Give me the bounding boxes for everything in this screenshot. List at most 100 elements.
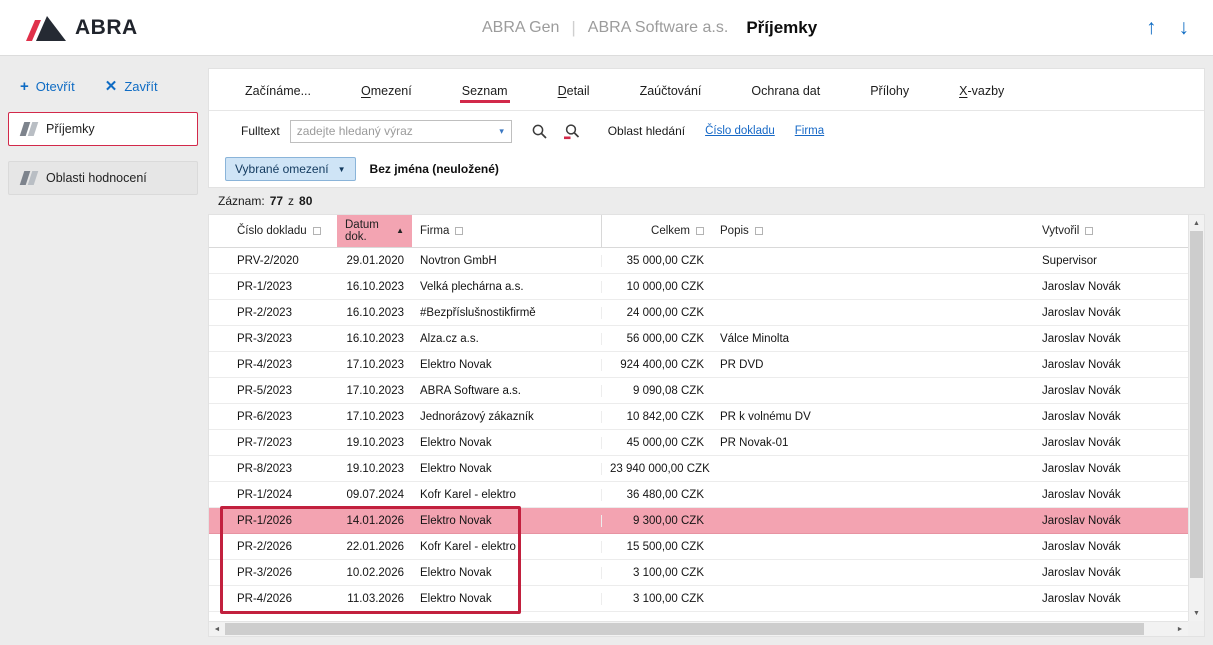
sidebar-item-oblasti-hodnoceni[interactable]: Oblasti hodnocení [8, 161, 198, 195]
column-header-cislo[interactable]: Číslo dokladu [209, 215, 337, 247]
cell-firma: Alza.cz a.s. [412, 333, 602, 345]
close-button[interactable]: ✕ Zavřít [105, 79, 158, 94]
table-row[interactable]: PR-8/202319.10.2023Elektro Novak23 940 0… [209, 456, 1188, 482]
record-of: z [288, 194, 294, 208]
tab-zaciname[interactable]: Začínáme... [243, 72, 313, 108]
table-row[interactable]: PR-1/202409.07.2024Kofr Karel - elektro3… [209, 482, 1188, 508]
table-row[interactable]: PR-3/202610.02.2026Elektro Novak3 100,00… [209, 560, 1188, 586]
column-header-datum[interactable]: Datum dok.▲ [337, 215, 412, 247]
tab-x-vazby[interactable]: X-vazby [957, 72, 1006, 108]
cell-cislo: PRV-2/2020 [209, 255, 337, 267]
column-filter-checkbox[interactable] [755, 227, 763, 235]
scope-link-firma[interactable]: Firma [795, 125, 824, 137]
cell-firma: #Bezpříslušnostikfirmě [412, 307, 602, 319]
sidebar-item-prijemky[interactable]: Příjemky [8, 112, 198, 146]
cell-vytvoril: Jaroslav Novák [1034, 281, 1188, 293]
table-row[interactable]: PR-4/202611.03.2026Elektro Novak3 100,00… [209, 586, 1188, 612]
record-counter-label: Záznam: [218, 194, 265, 208]
search-button[interactable] [528, 119, 552, 143]
table-row[interactable]: PR-6/202317.10.2023Jednorázový zákazník1… [209, 404, 1188, 430]
workspace: + Otevřít ✕ Zavřít Příjemky Oblasti hodno… [0, 56, 1213, 645]
scroll-right-icon[interactable]: ► [1172, 622, 1188, 636]
cell-datum: 14.01.2026 [337, 515, 412, 527]
chevron-down-icon: ▼ [338, 165, 346, 174]
cell-cislo: PR-5/2023 [209, 385, 337, 397]
column-filter-checkbox[interactable] [696, 227, 704, 235]
table-row[interactable]: PR-3/202316.10.2023Alza.cz a.s.56 000,00… [209, 326, 1188, 352]
tab-detail[interactable]: Detail [556, 72, 592, 108]
tab-bar: Začínáme... Omezení Seznam Detail Zaúčtování… [209, 69, 1204, 111]
cell-cislo: PR-2/2023 [209, 307, 337, 319]
table-row[interactable]: PR-4/202317.10.2023Elektro Novak924 400,… [209, 352, 1188, 378]
cell-datum: 09.07.2024 [337, 489, 412, 501]
horizontal-scroll-thumb[interactable] [225, 623, 1144, 635]
sidebar-actions: + Otevřít ✕ Zavřít [8, 72, 198, 100]
cell-vytvoril: Jaroslav Novák [1034, 411, 1188, 423]
table-row[interactable]: PR-5/202317.10.2023ABRA Software a.s.9 0… [209, 378, 1188, 404]
scroll-left-icon[interactable]: ◄ [209, 622, 225, 636]
vertical-scrollbar[interactable]: ▲ ▼ [1188, 215, 1204, 621]
cell-datum: 17.10.2023 [337, 385, 412, 397]
table-row[interactable]: PR-2/202622.01.2026Kofr Karel - elektro1… [209, 534, 1188, 560]
sidebar-item-list: Příjemky Oblasti hodnocení [8, 112, 198, 195]
abra-logo: ABRA [26, 14, 138, 41]
cell-vytvoril: Jaroslav Novák [1034, 463, 1188, 475]
tab-prilohy[interactable]: Přílohy [868, 72, 911, 108]
horizontal-scrollbar[interactable]: ◄ ► [209, 621, 1188, 636]
cell-celkem: 3 100,00 CZK [602, 593, 712, 605]
table-row[interactable]: PR-7/202319.10.2023Elektro Novak45 000,0… [209, 430, 1188, 456]
column-header-celkem[interactable]: Celkem [602, 215, 712, 247]
table-grid: Číslo dokladuDatum dok.▲Firma Celkem Popis… [209, 215, 1188, 621]
cell-datum: 16.10.2023 [337, 333, 412, 345]
column-filter-checkbox[interactable] [1085, 227, 1093, 235]
selected-limitation-dropdown[interactable]: Vybrané omezení ▼ [225, 157, 356, 181]
cell-firma: Elektro Novak [412, 359, 602, 371]
column-filter-checkbox[interactable] [455, 227, 463, 235]
table-row[interactable]: PRV-2/202029.01.2020Novtron GmbH35 000,0… [209, 248, 1188, 274]
cell-firma: Elektro Novak [412, 593, 602, 605]
search-row: Fulltext ▾ [209, 111, 1204, 151]
table-body: PRV-2/202029.01.2020Novtron GmbH35 000,0… [209, 248, 1188, 621]
tab-seznam[interactable]: Seznam [460, 72, 510, 108]
column-header-label: Celkem [651, 225, 690, 237]
tab-zauctovani[interactable]: Zaúčtování [638, 72, 704, 108]
fulltext-input[interactable] [291, 124, 493, 138]
cell-vytvoril: Jaroslav Novák [1034, 359, 1188, 371]
tab-ochrana-dat[interactable]: Ochrana dat [749, 72, 822, 108]
main-panel: Začínáme... Omezení Seznam Detail Zaúčtování… [208, 68, 1205, 637]
company-name: ABRA Software a.s. [588, 19, 729, 37]
column-header-firma[interactable]: Firma [412, 215, 602, 247]
cell-cislo: PR-1/2023 [209, 281, 337, 293]
cell-celkem: 924 400,00 CZK [602, 359, 712, 371]
table-row[interactable]: PR-1/202614.01.2026Elektro Novak9 300,00… [209, 508, 1188, 534]
cell-datum: 19.10.2023 [337, 463, 412, 475]
scroll-down-icon[interactable]: ▼ [1189, 605, 1204, 621]
agenda-icon [19, 171, 37, 185]
combo-dropdown-icon[interactable]: ▾ [493, 121, 511, 142]
navigate-up-icon[interactable]: ↑ [1146, 17, 1157, 38]
cell-datum: 11.03.2026 [337, 593, 412, 605]
cell-celkem: 45 000,00 CZK [602, 437, 712, 449]
record-counter: Záznam: 77 z 80 [208, 188, 1205, 214]
scroll-up-icon[interactable]: ▲ [1189, 215, 1204, 231]
vertical-scroll-thumb[interactable] [1190, 231, 1203, 578]
column-filter-checkbox[interactable] [313, 227, 321, 235]
column-header-label: Vytvořil [1042, 225, 1079, 237]
abra-logo-text: ABRA [75, 16, 138, 40]
sidebar-item-label: Oblasti hodnocení [46, 171, 147, 185]
cell-cislo: PR-3/2023 [209, 333, 337, 345]
cell-firma: Elektro Novak [412, 463, 602, 475]
open-button[interactable]: + Otevřít [20, 79, 75, 94]
header-nav-arrows: ↑ ↓ [1146, 0, 1189, 55]
cell-datum: 10.02.2026 [337, 567, 412, 579]
cell-cislo: PR-7/2023 [209, 437, 337, 449]
column-header-vytvoril[interactable]: Vytvořil [1034, 215, 1188, 247]
table-row[interactable]: PR-1/202316.10.2023Velká plechárna a.s.1… [209, 274, 1188, 300]
search-continue-button[interactable] [560, 119, 584, 143]
scope-link-cislo-dokladu[interactable]: Číslo dokladu [705, 125, 775, 137]
cell-cislo: PR-6/2023 [209, 411, 337, 423]
column-header-popis[interactable]: Popis [712, 215, 1034, 247]
navigate-down-icon[interactable]: ↓ [1179, 17, 1190, 38]
table-row[interactable]: PR-2/202316.10.2023#Bezpříslušnostikfirm… [209, 300, 1188, 326]
tab-omezeni[interactable]: Omezení [359, 72, 414, 108]
